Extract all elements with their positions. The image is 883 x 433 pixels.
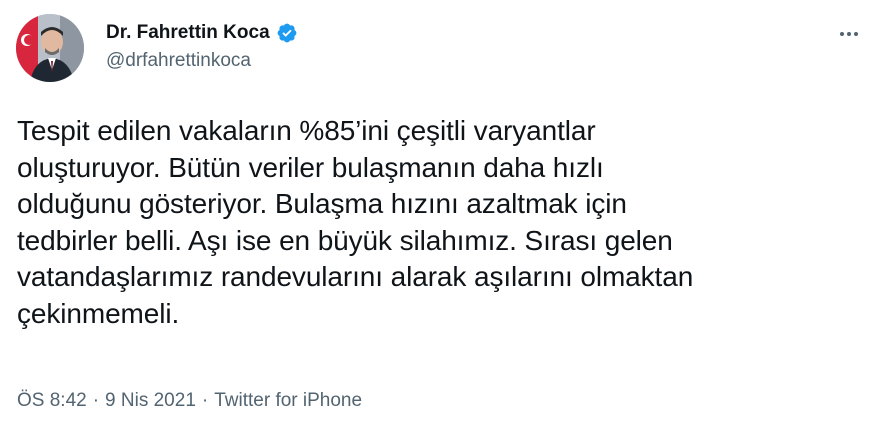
tweet-date[interactable]: 9 Nis 2021 [105,390,196,412]
more-options-button[interactable] [835,20,863,48]
author-name-row: Dr. Fahrettin Koca [106,20,298,46]
tweet-source[interactable]: Twitter for iPhone [214,390,362,412]
meta-separator: · [92,390,100,411]
meta-separator: · [201,390,209,411]
author-display-name[interactable]: Dr. Fahrettin Koca [106,22,270,44]
author-handle[interactable]: @drfahrettinkoca [106,50,298,72]
verified-badge-icon [276,22,298,44]
tweet-time[interactable]: ÖS 8:42 [17,390,87,412]
tweet-meta: ÖS 8:42 · 9 Nis 2021 · Twitter for iPhon… [17,390,362,412]
tweet-card: Dr. Fahrettin Koca @drfahrettinkoca Tesp… [0,0,883,433]
avatar[interactable] [16,14,84,82]
tweet-text: Tespit edilen vakaların %85’ini çeşitli … [17,115,694,329]
avatar-image [16,14,84,82]
author-block: Dr. Fahrettin Koca @drfahrettinkoca [106,20,298,72]
more-options-icon [840,32,858,36]
